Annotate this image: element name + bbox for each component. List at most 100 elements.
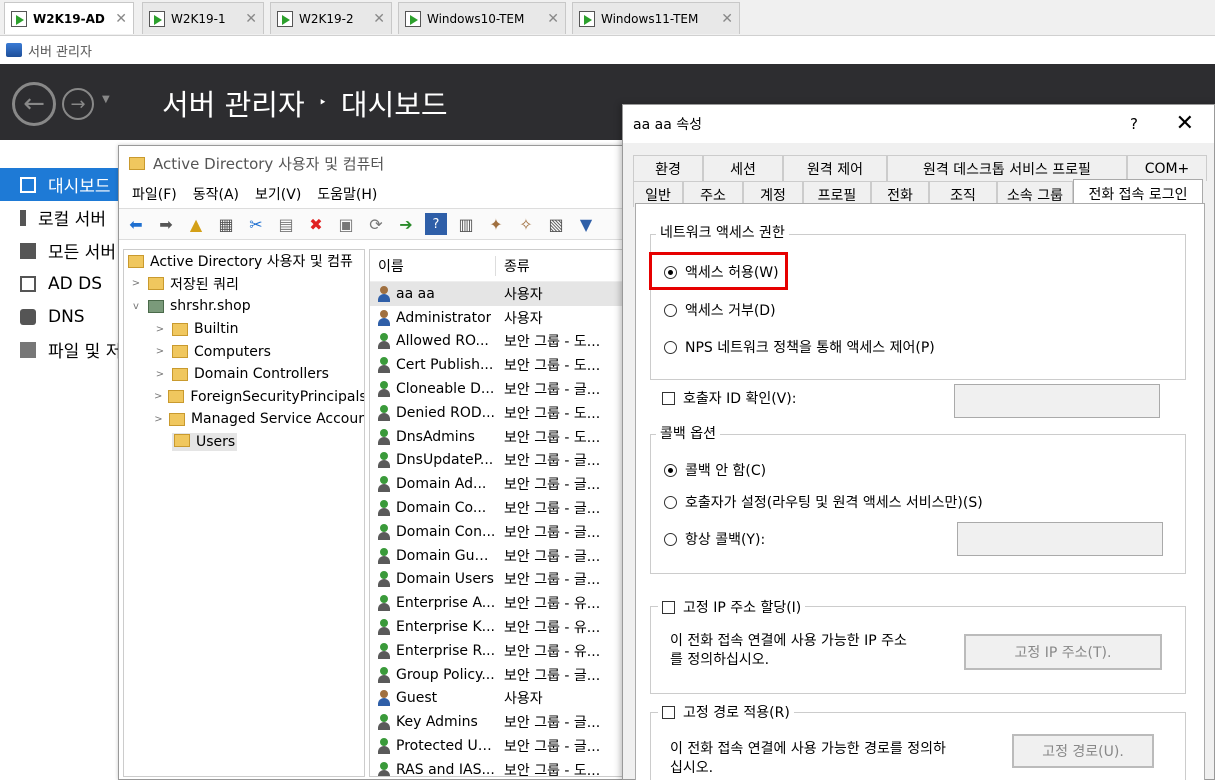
help-icon[interactable]: ?	[425, 213, 447, 235]
close-icon[interactable]: ✕	[547, 11, 559, 27]
list-item[interactable]: Enterprise K... 보안 그룹 - 유...	[370, 615, 626, 639]
close-icon[interactable]: ✕	[115, 11, 127, 27]
radio-deny-access[interactable]: 액세스 거부(D)	[664, 300, 776, 320]
vm-tab-w2k19-1[interactable]: W2K19-1 ✕	[142, 2, 264, 34]
list-item[interactable]: DnsAdmins 보안 그룹 - 도...	[370, 425, 626, 449]
vm-tab-w2k19-2[interactable]: W2K19-2 ✕	[270, 2, 392, 34]
menu-file[interactable]: 파일(F)	[132, 184, 177, 204]
tree-users-selection: Users	[172, 433, 238, 452]
list-item[interactable]: Enterprise R... 보안 그룹 - 유...	[370, 639, 626, 663]
filter-icon[interactable]: ▼	[575, 213, 597, 235]
menu-action[interactable]: 동작(A)	[193, 184, 239, 204]
close-icon[interactable]: ✕	[245, 11, 257, 27]
list-item[interactable]: Protected Us... 보안 그룹 - 글...	[370, 734, 626, 758]
list-item[interactable]: RAS and IAS... 보안 그룹 - 도...	[370, 758, 626, 776]
close-icon[interactable]: ✕	[373, 11, 385, 27]
chevron-right-icon[interactable]: >	[154, 414, 163, 425]
list-item[interactable]: Group Policy... 보안 그룹 - 글...	[370, 663, 626, 687]
list-item[interactable]: Administrator 사용자	[370, 306, 626, 330]
action-pane-icon[interactable]: ▥	[455, 213, 477, 235]
chevron-right-icon[interactable]: >	[130, 278, 142, 289]
cut-icon[interactable]: ✂	[245, 213, 267, 235]
list-item[interactable]: Cert Publish... 보안 그룹 - 도...	[370, 353, 626, 377]
close-icon[interactable]: ✕	[1176, 111, 1194, 136]
sidebar-item-ad-ds[interactable]: AD DS	[0, 267, 125, 300]
tab-rds-profile[interactable]: 원격 데스크톱 서비스 프로필	[887, 155, 1127, 181]
checkbox-static-route[interactable]: 고정 경로 적용(R)	[658, 702, 794, 722]
sidebar-item-dns[interactable]: DNS	[0, 300, 125, 333]
chevron-down-icon[interactable]: ▼	[102, 94, 110, 105]
list-item[interactable]: aa aa 사용자	[370, 282, 626, 306]
menu-help[interactable]: 도움말(H)	[317, 184, 377, 204]
radio-no-callback[interactable]: 콜백 안 함(C)	[664, 460, 766, 480]
list-item[interactable]: DnsUpdateP... 보안 그룹 - 글...	[370, 449, 626, 473]
static-route-button[interactable]: 고정 경로(U).	[1012, 734, 1154, 768]
tree-builtin[interactable]: > Builtin	[124, 318, 364, 341]
refresh-icon[interactable]: ⟳	[365, 213, 387, 235]
forward-arrow-icon[interactable]: →	[62, 88, 94, 120]
tree-saved-queries[interactable]: > 저장된 쿼리	[124, 273, 364, 296]
chevron-right-icon[interactable]: >	[154, 369, 166, 380]
properties-icon[interactable]: ▣	[335, 213, 357, 235]
static-ip-button[interactable]: 고정 IP 주소(T).	[964, 634, 1162, 670]
up-folder-icon[interactable]: ▲	[185, 213, 207, 235]
close-icon[interactable]: ✕	[721, 11, 733, 27]
tree-computers[interactable]: > Computers	[124, 340, 364, 363]
list-item[interactable]: Guest 사용자	[370, 687, 626, 711]
vm-tab-w2k19-ad[interactable]: W2K19-AD ✕	[4, 2, 134, 34]
tab-sessions[interactable]: 세션	[703, 155, 783, 181]
menu-view[interactable]: 보기(V)	[255, 184, 301, 204]
back-arrow-icon[interactable]: ←	[12, 82, 56, 126]
list-item[interactable]: Key Admins 보안 그룹 - 글...	[370, 710, 626, 734]
forward-arrow-icon[interactable]: ➡	[155, 213, 177, 235]
column-header-name[interactable]: 이름	[370, 255, 496, 276]
tree-managed-service-accounts[interactable]: > Managed Service Accour	[124, 408, 364, 431]
tree-foreign-security-principals[interactable]: > ForeignSecurityPrincipals	[124, 386, 364, 409]
copy-icon[interactable]: ▤	[275, 213, 297, 235]
radio-always-callback[interactable]: 항상 콜백(Y):	[664, 529, 765, 549]
list-item[interactable]: Enterprise A... 보안 그룹 - 유...	[370, 591, 626, 615]
list-item[interactable]: Domain Co... 보안 그룹 - 글...	[370, 496, 626, 520]
callback-number-input[interactable]	[957, 522, 1163, 556]
chevron-right-icon[interactable]: >	[154, 324, 166, 335]
console-tree-icon[interactable]: ▦	[215, 213, 237, 235]
delete-icon[interactable]: ✖	[305, 213, 327, 235]
new-user-icon[interactable]: ✦	[485, 213, 507, 235]
list-item[interactable]: Domain Users 보안 그룹 - 글...	[370, 568, 626, 592]
tree-root[interactable]: Active Directory 사용자 및 컴퓨	[124, 250, 364, 273]
list-item[interactable]: Domain Con... 보안 그룹 - 글...	[370, 520, 626, 544]
chevron-down-icon[interactable]: v	[130, 301, 142, 312]
tree-domain[interactable]: v shrshr.shop	[124, 295, 364, 318]
checkbox-verify-caller-id[interactable]: 호출자 ID 확인(V):	[662, 388, 796, 408]
tab-environment[interactable]: 환경	[633, 155, 703, 181]
sidebar-item-all-servers[interactable]: 모든 서버	[0, 234, 125, 267]
tree-domain-controllers[interactable]: > Domain Controllers	[124, 363, 364, 386]
tab-com-plus[interactable]: COM+	[1127, 155, 1207, 181]
checkbox-static-ip[interactable]: 고정 IP 주소 할당(I)	[658, 597, 806, 617]
add-to-group-icon[interactable]: ▧	[545, 213, 567, 235]
radio-nps-control[interactable]: NPS 네트워크 정책을 통해 액세스 제어(P)	[664, 337, 935, 357]
sidebar-item-local-server[interactable]: 로컬 서버	[0, 201, 125, 234]
vm-tab-windows10[interactable]: Windows10-TEM ✕	[398, 2, 566, 34]
column-header-type[interactable]: 종류	[496, 256, 530, 276]
export-icon[interactable]: ➔	[395, 213, 417, 235]
tree-users[interactable]: Users	[124, 431, 364, 454]
list-item[interactable]: Domain Gue... 보안 그룹 - 글...	[370, 544, 626, 568]
list-item[interactable]: Domain Ad... 보안 그룹 - 글...	[370, 472, 626, 496]
domain-icon	[148, 299, 164, 313]
sidebar-item-dashboard[interactable]: 대시보드	[0, 168, 125, 201]
list-item[interactable]: Cloneable D... 보안 그룹 - 글...	[370, 377, 626, 401]
back-arrow-icon[interactable]: ⬅	[125, 213, 147, 235]
list-item[interactable]: Allowed RO... 보안 그룹 - 도...	[370, 330, 626, 354]
ad-ds-icon	[20, 275, 36, 292]
caller-id-input[interactable]	[954, 384, 1160, 418]
radio-set-by-caller[interactable]: 호출자가 설정(라우팅 및 원격 액세스 서비스만)(S)	[664, 492, 983, 512]
sidebar-item-file-storage[interactable]: 파일 및 저	[0, 333, 125, 366]
tab-remote-control[interactable]: 원격 제어	[783, 155, 887, 181]
list-item[interactable]: Denied ROD... 보안 그룹 - 도...	[370, 401, 626, 425]
help-icon[interactable]: ?	[1130, 115, 1138, 133]
chevron-right-icon[interactable]: >	[154, 391, 162, 402]
vm-tab-windows11[interactable]: Windows11-TEM ✕	[572, 2, 740, 34]
chevron-right-icon[interactable]: >	[154, 346, 166, 357]
new-group-icon[interactable]: ✧	[515, 213, 537, 235]
